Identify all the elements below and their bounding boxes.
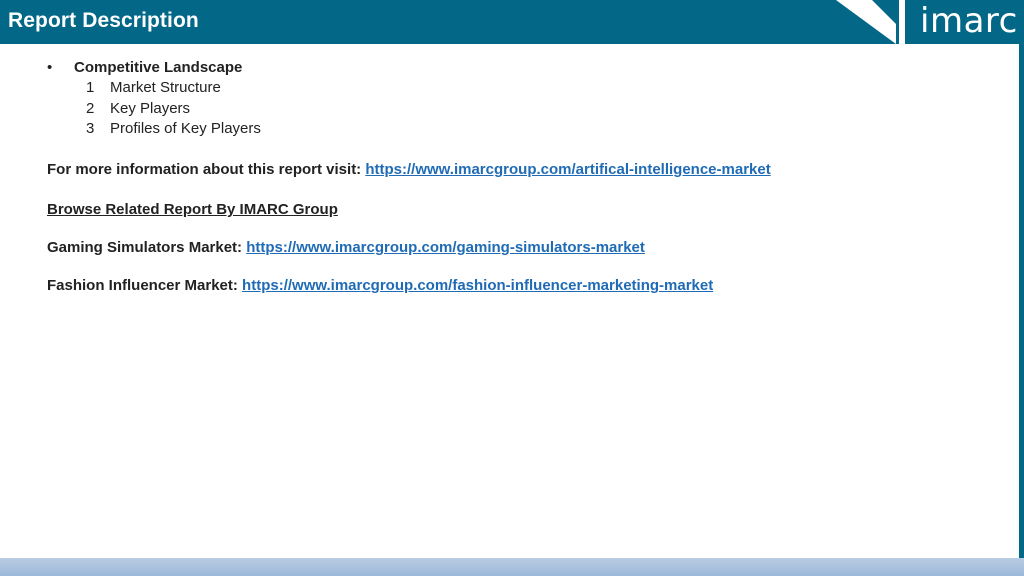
- report-link[interactable]: https://www.imarcgroup.com/artifical-int…: [365, 161, 770, 178]
- related-report-link[interactable]: https://www.imarcgroup.com/fashion-influ…: [242, 277, 713, 294]
- list-item: 2 Key Players: [86, 99, 190, 119]
- right-edge-bar: [1019, 44, 1024, 558]
- related-report-fashion: Fashion Influencer Market: https://www.i…: [47, 276, 713, 296]
- list-item: 1 Market Structure: [86, 78, 221, 98]
- list-item-number: 3: [86, 120, 95, 137]
- imarc-logo: imarc: [920, 1, 1018, 41]
- list-item: 3 Profiles of Key Players: [86, 119, 261, 139]
- list-item-label: Market Structure: [110, 79, 221, 96]
- list-item-label: Profiles of Key Players: [110, 120, 261, 137]
- list-item-label: Key Players: [110, 100, 191, 117]
- related-report-label: Gaming Simulators Market:: [47, 239, 247, 256]
- competitive-landscape-title: Competitive Landscape: [74, 59, 243, 76]
- related-report-link[interactable]: https://www.imarcgroup.com/gaming-simula…: [246, 239, 645, 256]
- more-info-line: For more information about this report v…: [47, 160, 771, 180]
- list-item-number: 1: [86, 79, 95, 96]
- more-info-label: For more information about this report v…: [47, 161, 366, 178]
- page-title: Report Description: [8, 9, 199, 32]
- browse-related-label: Browse Related Report By IMARC Group: [47, 201, 338, 218]
- list-item-number: 2: [86, 100, 95, 117]
- footer-bar: [0, 558, 1024, 576]
- bullet-icon: •: [47, 59, 53, 76]
- related-report-label: Fashion Influencer Market:: [47, 277, 243, 294]
- related-report-gaming: Gaming Simulators Market: https://www.im…: [47, 238, 645, 258]
- browse-related-heading: Browse Related Report By IMARC Group: [47, 200, 338, 220]
